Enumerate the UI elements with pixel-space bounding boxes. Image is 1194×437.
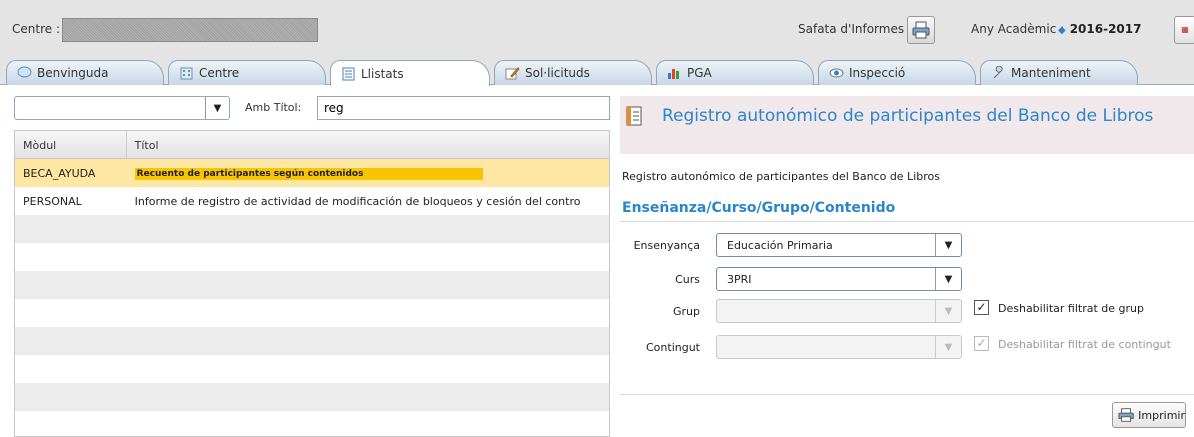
curs-label: Curs [675, 273, 700, 286]
empty-row [15, 327, 609, 355]
building-icon [180, 67, 193, 80]
disable-content-filter-label: Deshabilitar filtrat de contingut [998, 338, 1171, 351]
wrench-icon [993, 66, 1003, 79]
disable-group-filter-checkbox[interactable]: ✓ [974, 300, 989, 315]
tab-centre[interactable]: Centre [168, 60, 326, 85]
empty-row [15, 299, 609, 327]
table-body: BECA_AYUDA Recuento de participantes seg… [15, 159, 609, 436]
list-document-icon [626, 106, 642, 126]
pencil-icon [505, 67, 520, 80]
divider [620, 221, 1194, 222]
table-header: Mòdul Títol [15, 131, 609, 159]
chevron-down-icon[interactable]: ▼ [935, 268, 961, 290]
centre-label: Centre : [12, 22, 60, 36]
tab-bar: Benvinguda Centre Llistats Sol·licituds … [0, 58, 1194, 86]
column-header-module[interactable]: Mòdul [15, 131, 127, 158]
report-tray-button[interactable] [907, 16, 935, 44]
report-detail-panel: Registro autonómico de participantes del… [620, 96, 1194, 437]
column-header-title[interactable]: Títol [127, 131, 609, 158]
empty-row [15, 271, 609, 299]
chevron-down-icon: ▼ [935, 300, 961, 322]
divider [620, 394, 1194, 395]
chevron-down-icon[interactable]: ▼ [205, 97, 229, 119]
cell-title: Informe de registro de actividad de modi… [134, 194, 581, 208]
empty-row [15, 355, 609, 383]
tab-pga[interactable]: PGA [656, 60, 814, 85]
title-filter-label: Amb Títol: [245, 101, 302, 114]
top-bar: Centre : Safata d'Informes Any Acadèmic … [0, 0, 1194, 58]
arrow-left-icon: ◆ [1058, 25, 1066, 36]
report-subtitle: Registro autonómico de participantes del… [622, 170, 940, 183]
academic-year-value[interactable]: ◆ 2016-2017 [1058, 22, 1141, 36]
module-select[interactable]: ▼ [14, 96, 230, 120]
tab-sollicituds[interactable]: Sol·licituds [494, 60, 652, 85]
calendar-button[interactable]: ▦ [1174, 16, 1194, 44]
ensenyanca-label: Ensenyança [633, 239, 700, 252]
title-filter-input[interactable] [317, 96, 610, 120]
safata-label: Safata d'Informes [798, 22, 905, 36]
centre-field [62, 18, 318, 42]
printer-icon [912, 21, 930, 39]
print-button[interactable]: Imprimir [1112, 402, 1186, 428]
empty-row [15, 411, 609, 436]
ensenyanca-select[interactable]: Educación Primaria ▼ [716, 233, 962, 257]
reports-table: Mòdul Títol BECA_AYUDA Recuento de parti… [14, 130, 610, 437]
academic-year-label: Any Acadèmic : [971, 22, 1065, 36]
bar-chart-icon [668, 69, 679, 79]
empty-row [15, 243, 609, 271]
chevron-down-icon: ▼ [935, 336, 961, 358]
grup-select[interactable]: ▼ [716, 299, 962, 323]
grup-label: Grup [672, 305, 700, 318]
section-title: Enseñanza/Curso/Grupo/Contenido [622, 200, 896, 216]
disable-content-filter-checkbox[interactable]: ✓ [974, 336, 989, 351]
speech-bubble-icon [17, 66, 32, 78]
tab-manteniment[interactable]: Manteniment [980, 60, 1138, 85]
cell-title: Recuento de participantes según contenid… [127, 166, 609, 180]
table-row[interactable]: BECA_AYUDA Recuento de participantes seg… [15, 159, 609, 187]
report-list-panel: ▼ Amb Títol: Mòdul Títol BECA_AYUDA Recu… [14, 96, 610, 437]
contingut-select[interactable]: ▼ [716, 335, 962, 359]
disable-group-filter-label: Deshabilitar filtrat de grup [998, 302, 1144, 315]
table-row[interactable]: PERSONAL Informe de registro de activida… [15, 187, 609, 215]
tab-inspeccio[interactable]: Inspecció [818, 60, 976, 85]
tab-llistats[interactable]: Llistats [330, 60, 490, 86]
contingut-label: Contingut [646, 341, 700, 354]
report-title: Registro autonómico de participantes del… [662, 106, 1154, 126]
report-header: Registro autonómico de participantes del… [620, 96, 1194, 154]
cell-module: PERSONAL [23, 194, 82, 208]
printer-icon [1118, 408, 1134, 422]
empty-row [15, 215, 609, 243]
calendar-icon: ▦ [1181, 25, 1189, 34]
chevron-down-icon[interactable]: ▼ [935, 234, 961, 256]
curs-select[interactable]: 3PRI ▼ [716, 267, 962, 291]
list-document-icon [342, 67, 355, 80]
tab-benvinguda[interactable]: Benvinguda [6, 60, 164, 85]
eye-icon [829, 68, 844, 78]
cell-module: BECA_AYUDA [23, 166, 96, 180]
empty-row [15, 383, 609, 411]
